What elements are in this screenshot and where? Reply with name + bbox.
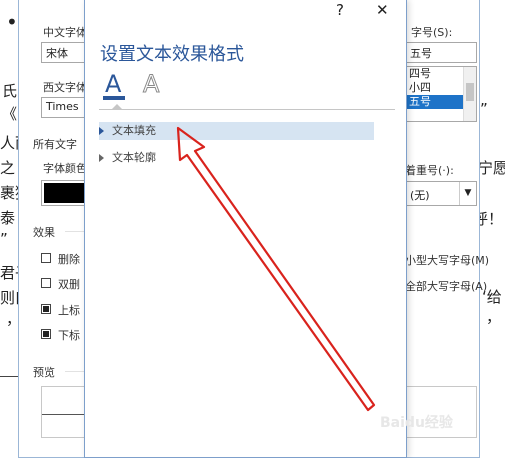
- arrow-outline: [176, 126, 376, 412]
- watermark: Baidu经验: [380, 415, 453, 431]
- annotation-arrow: [176, 126, 376, 412]
